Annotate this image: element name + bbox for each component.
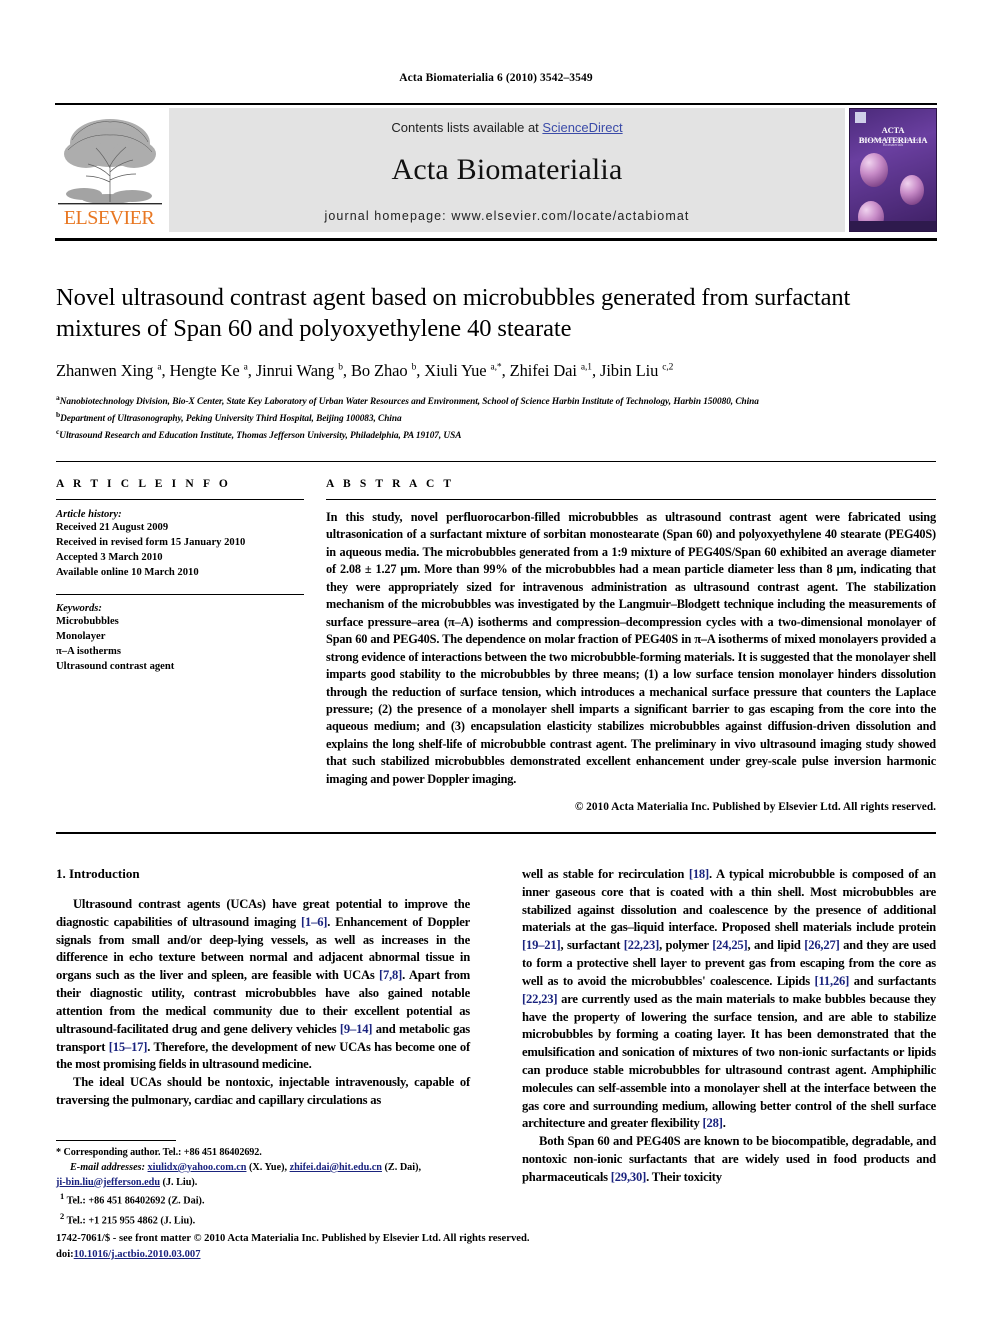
journal-homepage[interactable]: journal homepage: www.elsevier.com/locat…: [169, 209, 845, 223]
journal-title: Acta Biomaterialia: [391, 153, 623, 186]
affiliation-text: Ultrasound Research and Education Instit…: [59, 431, 462, 442]
email-link-1[interactable]: xiulidx@yahoo.com.cn: [148, 1162, 247, 1173]
cover-subtitle: The Acta Journals for Acta Materialia in…: [860, 137, 926, 147]
cover-publisher-mark: [855, 112, 866, 123]
cover-bubble-icon: [900, 175, 924, 205]
sciencedirect-link[interactable]: ScienceDirect: [542, 120, 622, 135]
citation-reference[interactable]: [11,26]: [815, 974, 850, 988]
footnote-emails: E-mail addresses: xiulidx@yahoo.com.cn (…: [56, 1161, 470, 1176]
footnote-text: Corresponding author. Tel.: +86 451 8640…: [63, 1147, 262, 1158]
article-info-column: A R T I C L E I N F O Article history: R…: [56, 478, 304, 674]
affiliation-text: Department of Ultrasonography, Peking Un…: [60, 414, 402, 425]
journal-band: Contents lists available at ScienceDirec…: [169, 108, 845, 232]
email-owner-3: (J. Liu).: [162, 1176, 198, 1188]
footnote-marker-1: 1: [60, 1191, 65, 1202]
title-block: Novel ultrasound contrast agent based on…: [56, 283, 936, 444]
article-history-list: Received 21 August 2009 Received in revi…: [56, 520, 304, 580]
keyword-item: Monolayer: [56, 631, 106, 643]
email-addresses-label: E-mail addresses:: [70, 1161, 145, 1173]
keyword-item: π–A isotherms: [56, 646, 121, 658]
citation-reference[interactable]: [1–6]: [301, 915, 327, 929]
divider: [56, 594, 304, 596]
issn-copyright-line: 1742-7061/$ - see front matter © 2010 Ac…: [56, 1233, 530, 1244]
footnote-marker-star: *: [56, 1147, 61, 1158]
cover-bubble-icon: [860, 153, 888, 187]
body-column-left: 1. Introduction Ultrasound contrast agen…: [56, 866, 470, 1110]
affiliation-list: aNanobiotechnology Division, Bio-X Cente…: [56, 392, 936, 444]
citation-reference[interactable]: [15–17]: [109, 1040, 148, 1054]
affiliation-item: bDepartment of Ultrasonography, Peking U…: [56, 409, 936, 426]
keyword-item: Microbubbles: [56, 616, 119, 628]
page-footer: 1742-7061/$ - see front matter © 2010 Ac…: [56, 1231, 756, 1263]
citation-reference[interactable]: [18]: [689, 867, 709, 881]
footnote-emails-cont: ji-bin.liu@jefferson.edu (J. Liu).: [56, 1176, 470, 1191]
elsevier-wordmark: ELSEVIER: [63, 207, 155, 229]
footnote-note-1: 1 Tel.: +86 451 86402692 (Z. Dai).: [56, 1190, 470, 1209]
history-item: Received in revised form 15 January 2010: [56, 537, 246, 549]
abstract-column: A B S T R A C T In this study, novel per…: [326, 478, 936, 813]
footnote-text: Tel.: +86 451 86402692 (Z. Dai).: [66, 1195, 205, 1207]
contents-available-line: Contents lists available at ScienceDirec…: [169, 108, 845, 135]
abstract-text: In this study, novel perfluorocarbon-fil…: [326, 510, 936, 786]
citation-reference[interactable]: [7,8]: [379, 968, 402, 982]
journal-cover-thumbnail: ACTA BIOMATERIALIA The Acta Journals for…: [849, 108, 937, 232]
footnotes-block: * Corresponding author. Tel.: +86 451 86…: [56, 1146, 470, 1229]
author-list: Zhanwen Xing a, Hengte Ke a, Jinrui Wang…: [56, 360, 674, 380]
cover-footer-bar: [850, 221, 936, 231]
footnote-note-2: 2 Tel.: +1 215 955 4862 (J. Liu).: [56, 1210, 470, 1229]
citation-reference[interactable]: [19–21]: [522, 938, 561, 952]
citation-reference[interactable]: [26,27]: [804, 938, 840, 952]
abstract-copyright: © 2010 Acta Materialia Inc. Published by…: [574, 801, 936, 814]
abstract-heading: A B S T R A C T: [326, 478, 455, 490]
doi-label: doi:: [56, 1248, 74, 1260]
body-column-right: well as stable for recirculation [18]. A…: [522, 866, 936, 1187]
page-title: Novel ultrasound contrast agent based on…: [56, 284, 851, 342]
contents-prefix: Contents lists available at: [391, 120, 543, 135]
citation-reference[interactable]: [22,23]: [522, 992, 558, 1006]
article-info-heading: A R T I C L E I N F O: [56, 478, 231, 490]
journal-article-page: Acta Biomaterialia 6 (2010) 3542–3549 EL…: [0, 0, 992, 1323]
email-link-2[interactable]: zhifei.dai@hit.edu.cn: [290, 1162, 382, 1173]
elsevier-tree-icon: [58, 110, 162, 206]
citation-reference[interactable]: [22,23]: [624, 938, 660, 952]
header-bottom-rule: [55, 238, 937, 241]
keywords-list: Microbubbles Monolayer π–A isotherms Ult…: [56, 614, 304, 674]
running-head: Acta Biomaterialia 6 (2010) 3542–3549: [399, 72, 593, 84]
history-item: Received 21 August 2009: [56, 522, 169, 533]
citation-reference[interactable]: [29,30]: [611, 1170, 647, 1184]
email-link-3[interactable]: ji-bin.liu@jefferson.edu: [56, 1177, 160, 1188]
keyword-item: Ultrasound contrast agent: [56, 661, 175, 673]
journal-header-band: ELSEVIER Contents lists available at Sci…: [55, 103, 937, 232]
info-top-rule: [56, 461, 936, 462]
citation-reference[interactable]: [24,25]: [712, 938, 748, 952]
footnote-marker-2: 2: [60, 1210, 65, 1221]
section-heading-introduction: 1. Introduction: [56, 866, 140, 881]
history-item: Available online 10 March 2010: [56, 567, 199, 579]
body-paragraph: Ultrasound contrast agents (UCAs) have g…: [56, 897, 471, 1072]
article-history-label: Article history:: [56, 509, 122, 520]
doi-link[interactable]: 10.1016/j.actbio.2010.03.007: [74, 1249, 201, 1260]
keywords-block: Keywords: Microbubbles Monolayer π–A iso…: [56, 594, 304, 674]
citation-reference[interactable]: [28]: [703, 1116, 723, 1130]
body-paragraph: well as stable for recirculation [18]. A…: [522, 867, 936, 1131]
affiliation-item: cUltrasound Research and Education Insti…: [56, 426, 936, 443]
keywords-label: Keywords:: [56, 603, 102, 615]
elsevier-logo: ELSEVIER: [55, 108, 165, 232]
footnote-separator: [56, 1140, 176, 1141]
footnote-corresponding-author: * Corresponding author. Tel.: +86 451 86…: [56, 1146, 470, 1161]
affiliation-item: aNanobiotechnology Division, Bio-X Cente…: [56, 392, 936, 409]
history-item: Accepted 3 March 2010: [56, 552, 163, 564]
body-paragraph: Both Span 60 and PEG40S are known to be …: [522, 1134, 936, 1184]
divider: [326, 499, 936, 500]
email-owner-2: (Z. Dai),: [384, 1161, 422, 1173]
affiliation-text: Nanobiotechnology Division, Bio-X Center…: [59, 396, 759, 407]
doi-line: doi:10.1016/j.actbio.2010.03.007: [56, 1247, 756, 1263]
abstract-bottom-rule: [56, 832, 936, 834]
citation-reference[interactable]: [9–14]: [340, 1022, 373, 1036]
footnote-text: Tel.: +1 215 955 4862 (J. Liu).: [66, 1214, 196, 1226]
email-owner-1: (X. Yue),: [249, 1161, 288, 1173]
divider: [56, 499, 304, 500]
body-paragraph: The ideal UCAs should be nontoxic, injec…: [56, 1075, 470, 1107]
